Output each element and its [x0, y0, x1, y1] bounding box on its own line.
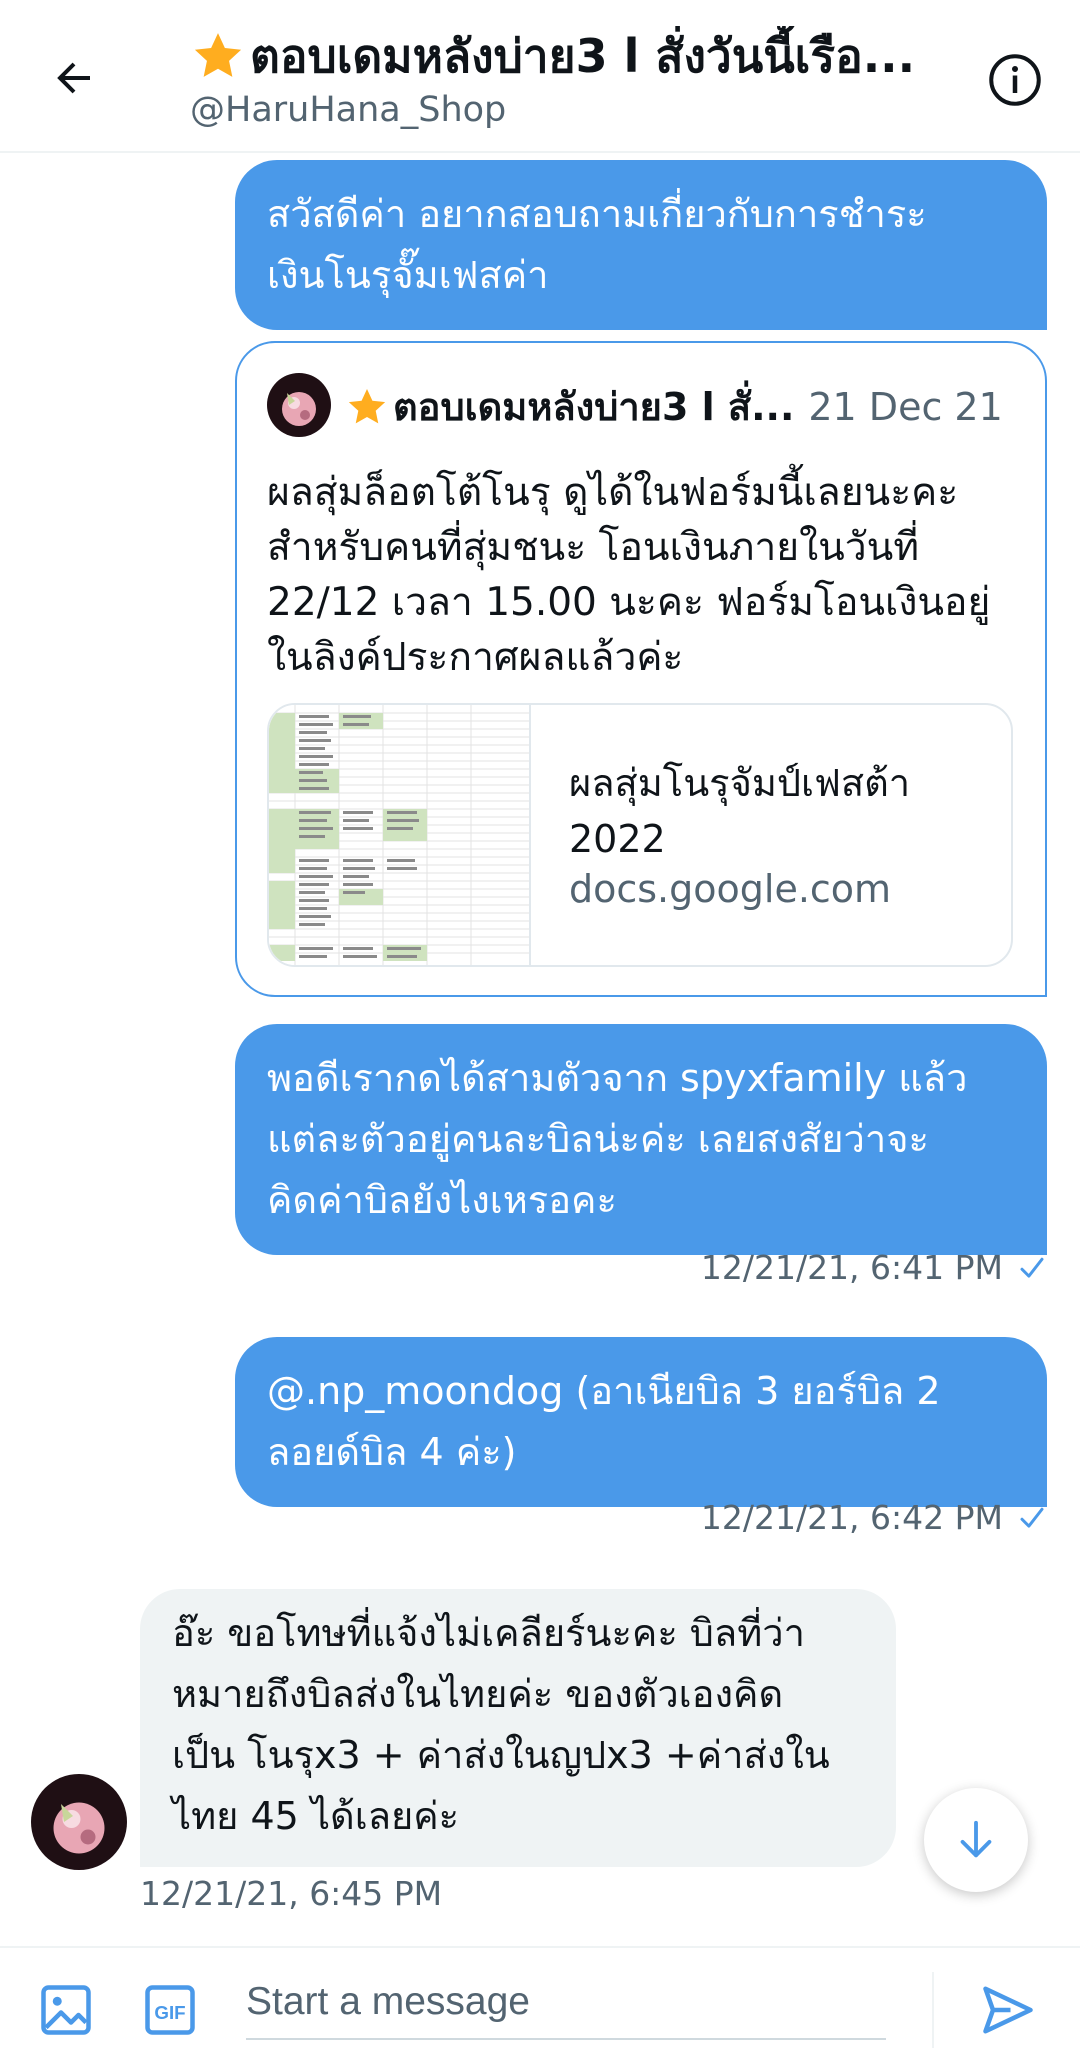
- link-title: ผลสุ่มโนรุจัมป์เฟสต้า 2022: [569, 761, 911, 861]
- quoted-tweet-card[interactable]: ตอบเดมหลังบ่าย3 l สั่... 21 Dec 21 ผลสุ่…: [235, 341, 1047, 997]
- back-button[interactable]: [44, 48, 104, 108]
- avatar[interactable]: [31, 1774, 127, 1870]
- arrow-down-icon: [960, 1820, 992, 1858]
- message-timestamp: 12/21/21, 6:42 PM: [701, 1498, 1047, 1537]
- info-icon: [989, 54, 1041, 106]
- message-text: @.np_moondog (อาเนียบิล 3 ยอร์บิล 2 ลอยด…: [267, 1369, 941, 1474]
- scroll-to-bottom-button[interactable]: [924, 1788, 1028, 1892]
- quoted-date: 21 Dec 21: [808, 384, 1003, 429]
- message-text: พอดีเรากดได้สามตัวจาก spyxfamily แล้ว แต…: [267, 1056, 968, 1222]
- incoming-message[interactable]: อ๊ะ ขอโทษที่แจ้งไม่เคลียร์นะคะ บิลที่ว่า…: [140, 1589, 896, 1867]
- link-domain: docs.google.com: [569, 867, 892, 911]
- message-time: 12/21/21, 6:41 PM: [700, 1248, 1003, 1287]
- sent-check-icon: [1020, 1257, 1044, 1278]
- star-icon: [348, 388, 386, 423]
- outgoing-message[interactable]: @.np_moondog (อาเนียบิล 3 ยอร์บิล 2 ลอยด…: [235, 1337, 1047, 1507]
- spreadsheet-thumbnail: [269, 705, 531, 965]
- arrow-left-icon: [57, 62, 90, 94]
- conversation-header: ตอบเดมหลังบ่าย3 l สั่งวันนี้เรือ... @Har…: [0, 0, 1080, 153]
- avatar[interactable]: [267, 373, 331, 437]
- message-input[interactable]: [246, 1966, 886, 2040]
- sent-check-icon: [1020, 1507, 1044, 1528]
- send-button[interactable]: [978, 1980, 1038, 2040]
- message-time: 12/21/21, 6:42 PM: [700, 1498, 1003, 1537]
- gif-icon: GIF: [145, 1985, 195, 2035]
- message-timestamp: 12/21/21, 6:41 PM: [701, 1248, 1047, 1287]
- info-button[interactable]: [985, 50, 1045, 110]
- conversation-title: ตอบเดมหลังบ่าย3 l สั่งวันนี้เรือ...: [250, 29, 916, 83]
- image-icon: [41, 1985, 91, 2035]
- conversation-handle: @HaruHana_Shop: [190, 90, 507, 130]
- link-preview-card[interactable]: ผลสุ่มโนรุจัมป์เฟสต้า 2022 docs.google.c…: [267, 703, 1013, 967]
- message-text: สวัสดีค่า อยากสอบถามเกี่ยวกับการชำระ เงิ…: [267, 192, 927, 297]
- quoted-author-name: ตอบเดมหลังบ่าย3 l สั่...: [393, 385, 795, 429]
- outgoing-message[interactable]: พอดีเรากดได้สามตัวจาก spyxfamily แล้ว แต…: [235, 1024, 1047, 1255]
- media-button[interactable]: [36, 1980, 96, 2040]
- gif-button[interactable]: GIF: [140, 1980, 200, 2040]
- send-icon: [983, 1986, 1033, 2034]
- conversation-title-area[interactable]: ตอบเดมหลังบ่าย3 l สั่งวันนี้เรือ... @Har…: [190, 26, 960, 132]
- composer-divider: [932, 1972, 934, 2048]
- message-time: 12/21/21, 6:45 PM: [140, 1874, 443, 1913]
- message-composer: GIF: [0, 1946, 1080, 2070]
- gif-label: GIF: [154, 2002, 185, 2023]
- quoted-tweet-text: ผลสุ่มล็อตโต้โนรุ ดูได้ในฟอร์มนี้เลยนะคะ…: [267, 470, 991, 680]
- star-icon: [194, 33, 242, 77]
- outgoing-message[interactable]: สวัสดีค่า อยากสอบถามเกี่ยวกับการชำระ เงิ…: [235, 160, 1047, 330]
